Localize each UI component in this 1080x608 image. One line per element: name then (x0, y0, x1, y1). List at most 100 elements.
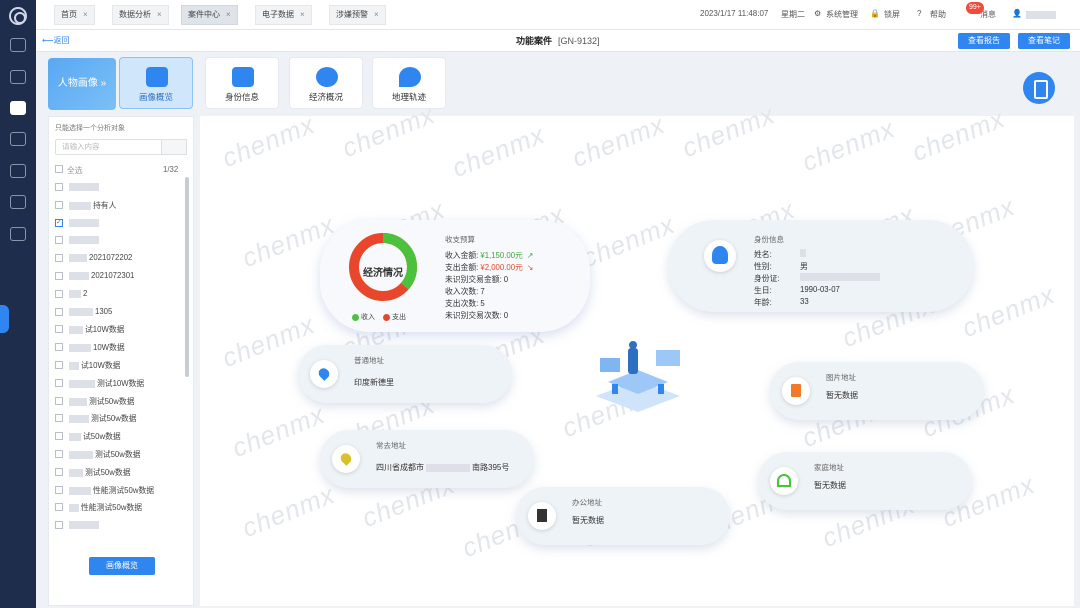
close-icon[interactable]: × (157, 10, 162, 19)
object-list-item[interactable]: 测试50w数据 (69, 396, 135, 407)
common-address-card[interactable]: 普通地址 印度新德里 (298, 345, 512, 403)
watermark-text: chenmx (798, 113, 900, 178)
object-list-item[interactable]: 性能测试50w数据 (69, 502, 142, 513)
close-icon[interactable]: × (374, 10, 379, 19)
home-address-card[interactable]: 家庭地址 暂无数据 (758, 452, 972, 510)
person-profile-card[interactable]: 人物画像 » (48, 58, 116, 110)
income-row: 收入金额:¥1,150.00元↗ (445, 250, 533, 261)
trend-down-icon: ↘ (527, 263, 534, 272)
tab-electronic-data[interactable]: 电子数据× (255, 5, 312, 25)
object-checkbox[interactable] (55, 397, 63, 405)
object-checkbox[interactable] (55, 236, 63, 244)
tab-home[interactable]: 首页× (54, 5, 95, 25)
help-icon[interactable]: ? (917, 9, 921, 18)
view-report-button[interactable]: 查看报告 (958, 33, 1010, 49)
report-icon[interactable] (10, 227, 26, 241)
object-checkbox[interactable] (55, 272, 63, 280)
object-checkbox[interactable] (55, 201, 63, 209)
clipboard-icon[interactable] (1023, 72, 1055, 104)
object-checkbox[interactable] (55, 468, 63, 476)
object-list-item[interactable]: 1305 (69, 307, 112, 316)
object-checkbox[interactable] (55, 219, 63, 227)
frequent-address-card[interactable]: 常去地址 四川省成都市南路395号 (320, 430, 534, 488)
object-checkbox[interactable] (55, 361, 63, 369)
building-icon (537, 509, 547, 522)
object-list-item[interactable]: 试10W数据 (69, 324, 124, 335)
object-list-item[interactable]: 测试50w数据 (69, 467, 131, 478)
case-icon[interactable] (10, 101, 26, 115)
object-checkbox[interactable] (55, 290, 63, 298)
object-list-item[interactable]: 试50w数据 (69, 431, 121, 442)
unknown-amount-row: 未识别交易金额:0 (445, 274, 508, 285)
close-icon[interactable]: × (83, 10, 88, 19)
office-address-card[interactable]: 办公地址 暂无数据 (516, 487, 730, 545)
lock-screen-link[interactable]: 锁屏 (884, 9, 900, 20)
object-checkbox[interactable] (55, 503, 63, 511)
tab-case-center[interactable]: 案件中心× (181, 5, 238, 25)
select-all-checkbox[interactable] (55, 165, 63, 173)
object-checkbox[interactable] (55, 414, 63, 422)
profile-overview-button[interactable]: 画像概览 (89, 557, 155, 575)
object-list-item[interactable]: 2 (69, 289, 87, 298)
donut-legend: 收入支出 (352, 312, 406, 322)
close-icon[interactable]: × (226, 10, 231, 19)
tab-alert[interactable]: 涉嫌预警× (329, 5, 386, 25)
rail-toggle-button[interactable] (0, 305, 9, 333)
view-notes-button[interactable]: 查看笔记 (1018, 33, 1070, 49)
datetime: 2023/1/17 11:48:07 (700, 9, 768, 18)
object-list-item[interactable] (69, 218, 101, 227)
object-list-item[interactable]: 测试50w数据 (69, 449, 141, 460)
card-identity[interactable]: 身份信息 (205, 57, 279, 109)
card-economy[interactable]: 经济概况 (289, 57, 363, 109)
object-checkbox[interactable] (55, 183, 63, 191)
identity-card[interactable]: 身份信息 姓名: 性别:男 身份证: 生日:1990-03-07 年龄:33 (668, 220, 974, 312)
object-checkbox[interactable] (55, 254, 63, 262)
object-list-item[interactable]: 试10W数据 (69, 360, 120, 371)
map-pin-icon (317, 366, 332, 381)
help-link[interactable]: 帮助 (930, 9, 946, 20)
office-address-title: 办公地址 (572, 497, 602, 508)
object-checkbox[interactable] (55, 450, 63, 458)
watermark-text: chenmx (958, 279, 1060, 344)
search-icon[interactable] (10, 132, 26, 146)
object-checkbox[interactable] (55, 521, 63, 529)
photo-address-title: 图片地址 (826, 372, 856, 383)
object-list-item[interactable]: 测试10W数据 (69, 378, 144, 389)
photo-address-card[interactable]: 图片地址 暂无数据 (770, 362, 984, 420)
home-icon (777, 474, 791, 487)
object-list-item[interactable] (69, 520, 101, 529)
home-icon[interactable] (10, 38, 26, 52)
age-row: 年龄:33 (754, 297, 772, 308)
object-list-item[interactable]: 10W数据 (69, 342, 125, 353)
scrollbar[interactable] (185, 177, 189, 377)
data-icon[interactable] (10, 70, 26, 84)
object-list-item[interactable]: 2021072301 (69, 271, 134, 280)
object-list-item[interactable] (69, 182, 101, 191)
card-geo-track[interactable]: 地理轨迹 (372, 57, 446, 109)
object-checkbox[interactable] (55, 486, 63, 494)
username[interactable] (1026, 11, 1056, 19)
object-checkbox[interactable] (55, 432, 63, 440)
object-list-item[interactable]: 持有人 (69, 200, 116, 211)
object-list-item[interactable]: 2021072202 (69, 253, 132, 262)
object-list-item[interactable]: 测试50w数据 (69, 413, 137, 424)
settings-icon[interactable]: ⚙ (814, 9, 821, 18)
back-link[interactable]: ⟵返回 (42, 35, 69, 46)
object-checkbox[interactable] (55, 379, 63, 387)
system-settings-link[interactable]: 系统管理 (826, 9, 858, 20)
watermark-text: chenmx (448, 119, 550, 184)
identity-title: 身份信息 (754, 234, 784, 245)
card-profile-overview[interactable]: 画像概览 (119, 57, 193, 109)
search-icon[interactable] (161, 139, 187, 155)
tab-data-analysis[interactable]: 数据分析× (112, 5, 169, 25)
analysis-icon[interactable] (10, 195, 26, 209)
close-icon[interactable]: × (300, 10, 305, 19)
object-checkbox[interactable] (55, 308, 63, 316)
object-list-item[interactable] (69, 235, 101, 244)
document-icon[interactable] (10, 164, 26, 178)
object-checkbox[interactable] (55, 343, 63, 351)
object-checkbox[interactable] (55, 325, 63, 333)
user-icon[interactable]: 👤 (1012, 9, 1022, 18)
object-list-item[interactable]: 性能测试50w数据 (69, 485, 154, 496)
lock-icon[interactable]: 🔒 (870, 9, 880, 18)
